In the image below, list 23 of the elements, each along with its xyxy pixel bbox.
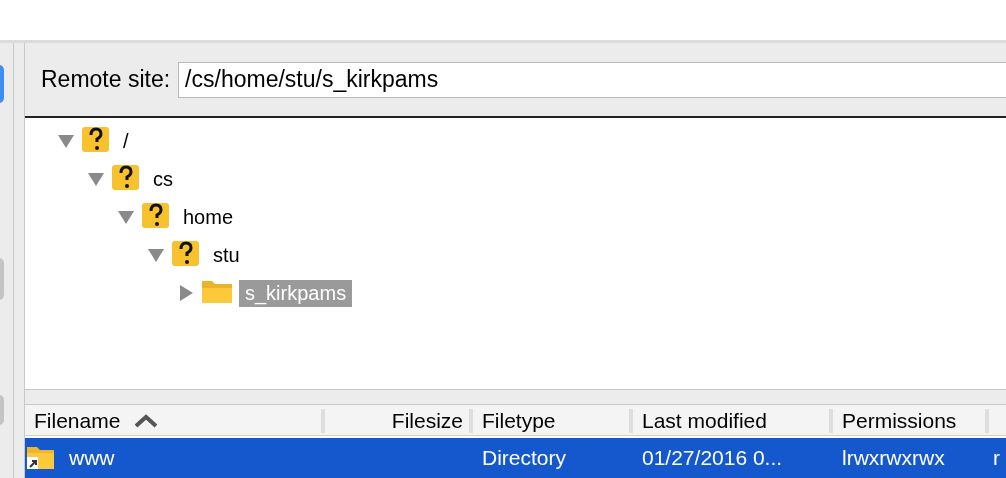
column-header[interactable]: Filesize — [325, 409, 473, 433]
tree-item[interactable]: / — [117, 127, 135, 155]
table-cell: Directory — [482, 446, 566, 470]
tree-item[interactable]: home — [177, 203, 240, 231]
column-header[interactable]: Filename — [25, 409, 325, 433]
column-header[interactable]: Permissions — [833, 409, 989, 433]
remote-site-label: Remote site: — [41, 66, 171, 93]
selected-row[interactable]: www Directory 01/27/2016 0... lrwxrwxrwx r — [25, 438, 1006, 478]
expanded-triangle-icon[interactable] — [118, 210, 134, 224]
remote-path-field[interactable]: /cs/home/stu/s_kirkpams — [178, 61, 1006, 98]
folder-link-icon — [27, 445, 55, 471]
expanded-triangle-icon[interactable] — [58, 134, 74, 148]
column-header[interactable]: Filetype — [473, 409, 633, 433]
table-cell: 01/27/2016 0... — [642, 446, 783, 470]
table-cell: r — [993, 446, 1000, 470]
tree-item[interactable]: cs — [147, 165, 179, 193]
collapsed-triangle-icon[interactable] — [179, 285, 193, 301]
expanded-triangle-icon[interactable] — [148, 248, 164, 262]
table-cell: lrwxrwxrwx — [842, 446, 945, 470]
column-header[interactable]: Last modified — [633, 409, 833, 433]
file-name: www — [69, 446, 115, 470]
tree-item[interactable]: stu — [207, 241, 246, 269]
expanded-triangle-icon[interactable] — [88, 172, 104, 186]
